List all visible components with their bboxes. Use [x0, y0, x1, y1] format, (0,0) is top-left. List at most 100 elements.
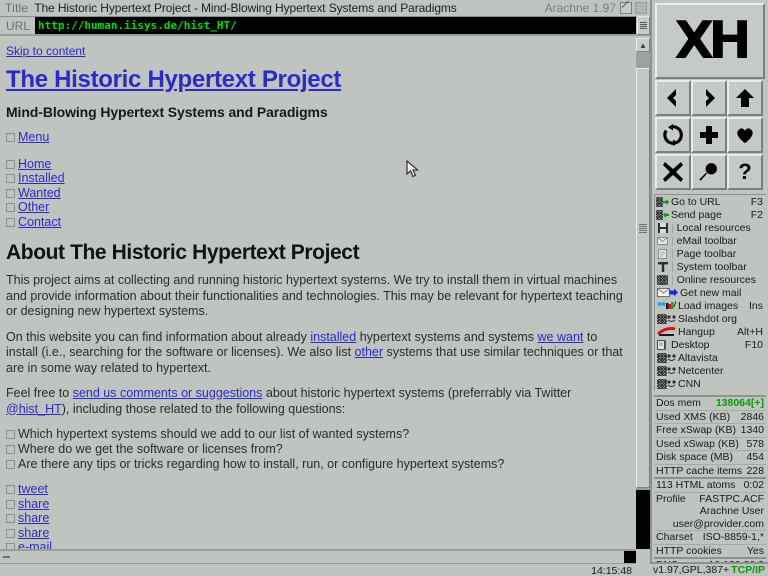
bullet-icon [6, 203, 15, 212]
bullet-icon [6, 159, 15, 169]
nav-item-contact[interactable]: Contact [6, 215, 630, 230]
email-link[interactable]: e-mail [18, 540, 52, 549]
menu-item-hangup[interactable]: Hangup Alt+H [655, 325, 766, 338]
share-links-list: tweet share share share e-mail info [6, 482, 630, 549]
url-input[interactable]: http://human.iisys.de/hist_HT/ [35, 17, 636, 34]
send-comments-link[interactable]: send us comments or suggestions [73, 386, 263, 400]
nav-item-other[interactable]: Other [6, 200, 630, 215]
nav-link-home[interactable]: Home [18, 157, 51, 171]
menu-item-shortcut: F10 [744, 338, 763, 351]
minimize-button[interactable] [620, 2, 632, 14]
share-link-1[interactable]: share [18, 497, 49, 511]
back-button[interactable] [655, 80, 691, 116]
page-scrollbar[interactable]: ▲ [636, 38, 650, 549]
title-bar-label: Title [5, 1, 29, 15]
search-button[interactable] [691, 154, 727, 190]
share-link-3[interactable]: share [18, 526, 49, 540]
para2-part2: hypertext systems and systems [356, 329, 538, 344]
menu-item-system-toolbar[interactable]: | System toolbar [655, 260, 766, 273]
bullet-icon [6, 217, 15, 227]
installed-link[interactable]: installed [310, 330, 356, 344]
heart-icon [737, 128, 753, 144]
nav-link-wanted[interactable]: Wanted [18, 186, 61, 200]
menu-item-local-resources[interactable]: | Local resources [655, 221, 766, 234]
status-bar-left: 14:15:48 [0, 549, 636, 576]
menu-list-item[interactable]: Menu [6, 130, 630, 145]
up-button[interactable] [727, 80, 763, 116]
menu-item-label: Altavista [678, 351, 718, 364]
menu-item-desktop[interactable]: Desktop F10 [655, 338, 766, 351]
stop-button[interactable] [655, 154, 691, 190]
scrollbar-track[interactable] [636, 490, 650, 549]
menu-item-netcenter[interactable]: Netcenter [655, 364, 766, 377]
question-text: Are there any tips or tricks regarding h… [18, 457, 505, 471]
help-button[interactable]: ? [727, 154, 763, 190]
nav-item-installed[interactable]: Installed [6, 171, 630, 186]
stat-row-disk-space: Disk space (MB) 454 [654, 450, 766, 464]
nav-link-installed[interactable]: Installed [18, 171, 65, 185]
share-item-share-3[interactable]: share [6, 526, 630, 541]
menu-item-go-to-url[interactable]: Go to URL F3 [655, 195, 766, 208]
menu-item-get-new-mail[interactable]: Get new mail [655, 286, 766, 299]
status-indicator [624, 551, 636, 563]
menu-lines-icon [640, 22, 647, 29]
menu-item-email-toolbar[interactable]: | eMail toolbar [655, 234, 766, 247]
hammer-icon [656, 261, 669, 272]
toolbar-row-actions [655, 117, 765, 153]
menu-item-cnn[interactable]: CNN [655, 377, 766, 390]
menu-list: Menu [6, 130, 630, 145]
scrollbar-thumb[interactable] [636, 68, 650, 488]
share-item-share-1[interactable]: share [6, 497, 630, 512]
favorites-button[interactable] [727, 117, 763, 153]
menu-divider: | [671, 273, 674, 286]
cnn-icon [656, 378, 676, 389]
menu-item-load-images[interactable]: Load images Ins [655, 299, 766, 312]
we-want-link[interactable]: we want [538, 330, 584, 344]
menu-divider: | [671, 234, 674, 247]
maximize-button[interactable] [635, 2, 647, 14]
forward-button[interactable] [691, 80, 727, 116]
add-button[interactable] [691, 117, 727, 153]
question-text: Which hypertext systems should we add to… [18, 427, 410, 441]
share-item-share-2[interactable]: share [6, 511, 630, 526]
menu-link[interactable]: Menu [18, 130, 49, 144]
url-dropdown-button[interactable] [637, 16, 650, 35]
share-item-tweet[interactable]: tweet [6, 482, 630, 497]
scroll-up-button[interactable]: ▲ [636, 38, 650, 52]
green-left-arrow-icon [656, 209, 669, 220]
nav-item-home[interactable]: Home [6, 157, 630, 172]
other-link[interactable]: other [355, 345, 384, 359]
nav-link-other[interactable]: Other [18, 200, 49, 214]
questions-list: Which hypertext systems should we add to… [6, 427, 630, 472]
menu-item-altavista[interactable]: Altavista [655, 351, 766, 364]
menu-item-send-page[interactable]: Send page F2 [655, 208, 766, 221]
stat-row-profile: Profile FASTPC.ACF [654, 491, 766, 506]
menu-item-shortcut: F2 [750, 208, 763, 221]
menu-item-shortcut: Ins [748, 299, 763, 312]
site-title-link[interactable]: The Historic Hypertext Project [6, 66, 630, 94]
share-item-email[interactable]: e-mail [6, 540, 630, 549]
skip-to-content-link[interactable]: Skip to content [6, 44, 85, 58]
reload-button[interactable] [655, 117, 691, 153]
stat-value: 2846 [740, 410, 764, 423]
stat-row-http-cache: HTTP cache items 228 [654, 463, 766, 478]
question-item: Which hypertext systems should we add to… [6, 427, 630, 442]
url-bar: URL http://human.iisys.de/hist_HT/ [0, 16, 650, 36]
status-progress-row [0, 551, 636, 563]
stat-key: Free xSwap (KB) [656, 424, 736, 437]
tweet-link[interactable]: tweet [18, 482, 48, 496]
twitter-handle-link[interactable]: @hist_HT [6, 402, 62, 416]
side-menu: Go to URL F3 Send page F2 | Local resour… [654, 194, 766, 390]
stat-value: Yes [746, 544, 764, 557]
arachne-browser-window: Title The Historic Hypertext Project - M… [0, 0, 768, 576]
menu-item-label: Load images [678, 299, 739, 312]
nav-link-contact[interactable]: Contact [18, 215, 61, 229]
stat-key: Dos mem [656, 397, 701, 410]
reload-icon [663, 124, 683, 146]
share-link-2[interactable]: share [18, 511, 49, 525]
menu-item-online-resources[interactable]: | Online resources [655, 273, 766, 286]
menu-item-page-toolbar[interactable]: | Page toolbar [655, 247, 766, 260]
nav-item-wanted[interactable]: Wanted [6, 186, 630, 201]
menu-item-slashdot[interactable]: Slashdot org [655, 312, 766, 325]
system-stats-panel: Dos mem 138064[+] Used XMS (KB) 2846 Fre… [654, 395, 766, 576]
